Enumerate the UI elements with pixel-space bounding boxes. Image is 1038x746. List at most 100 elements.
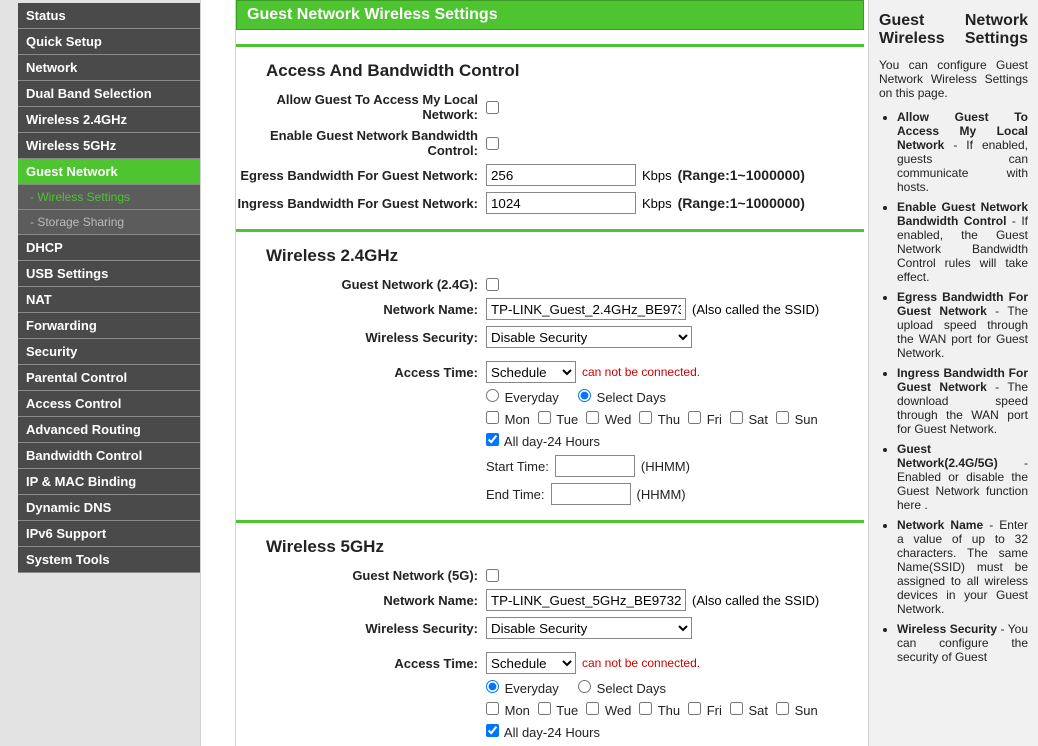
help-item: Network Name - Enter a value of up to 32… — [897, 518, 1028, 616]
access-heading: Access And Bandwidth Control — [266, 61, 864, 81]
ingress-label: Ingress Bandwidth For Guest Network: — [236, 196, 486, 211]
allow-local-checkbox[interactable] — [486, 101, 499, 114]
nav-item-ipv6-support[interactable]: IPv6 Support — [18, 521, 200, 547]
egress-input[interactable] — [486, 164, 636, 186]
sidebar-nav: StatusQuick SetupNetworkDual Band Select… — [18, 0, 200, 746]
enable-bwctrl-label: Enable Guest Network Bandwidth Control: — [236, 128, 486, 158]
w24-ssid-input[interactable] — [486, 298, 686, 320]
nav-item-guest-network[interactable]: Guest Network — [18, 159, 200, 185]
nav-item-forwarding[interactable]: Forwarding — [18, 313, 200, 339]
nav-sub--wireless-settings[interactable]: - Wireless Settings — [18, 185, 200, 210]
nav-item-access-control[interactable]: Access Control — [18, 391, 200, 417]
w5-sec-label: Wireless Security: — [236, 621, 486, 636]
help-panel: Guest Network Wireless Settings You can … — [868, 0, 1038, 746]
w5-security-select[interactable]: Disable Security — [486, 617, 692, 639]
w24-day-fri[interactable]: Fri — [688, 411, 722, 427]
nav-item-dhcp[interactable]: DHCP — [18, 235, 200, 261]
w5-everyday-radio[interactable]: Everyday — [486, 680, 559, 696]
w24-start-hint: (HHMM) — [641, 459, 690, 474]
w24-day-sun[interactable]: Sun — [776, 411, 818, 427]
w5-access-select[interactable]: Schedule — [486, 652, 576, 674]
w5-access-label: Access Time: — [236, 656, 486, 671]
nav-item-network[interactable]: Network — [18, 55, 200, 81]
w24-everyday-radio[interactable]: Everyday — [486, 389, 559, 405]
enable-bwctrl-checkbox[interactable] — [486, 137, 499, 150]
w24-enable-checkbox[interactable] — [486, 278, 499, 291]
nav-item-wireless-2-4ghz[interactable]: Wireless 2.4GHz — [18, 107, 200, 133]
w5-day-fri[interactable]: Fri — [688, 702, 722, 718]
w24-start-label: Start Time: — [486, 459, 549, 474]
section-wireless-5: Wireless 5GHz Guest Network (5G): Networ… — [236, 537, 864, 746]
help-item: Egress Bandwidth For Guest Network - The… — [897, 290, 1028, 360]
section-access-bandwidth: Access And Bandwidth Control Allow Guest… — [236, 61, 864, 232]
nav-item-parental-control[interactable]: Parental Control — [18, 365, 200, 391]
egress-range: (Range:1~1000000) — [678, 167, 805, 183]
nav-item-nat[interactable]: NAT — [18, 287, 200, 313]
nav-item-bandwidth-control[interactable]: Bandwidth Control — [18, 443, 200, 469]
main-content: Guest Network Wireless Settings Access A… — [236, 0, 868, 746]
nav-item-system-tools[interactable]: System Tools — [18, 547, 200, 573]
w5-day-sun[interactable]: Sun — [776, 702, 818, 718]
nav-item-dual-band-selection[interactable]: Dual Band Selection — [18, 81, 200, 107]
help-list: Allow Guest To Access My Local Network -… — [879, 110, 1028, 664]
w5-ssid-input[interactable] — [486, 589, 686, 611]
page-title: Guest Network Wireless Settings — [236, 0, 864, 30]
w5-allday-checkbox[interactable]: All day-24 Hours — [486, 724, 600, 740]
w5-day-wed[interactable]: Wed — [586, 702, 631, 718]
w24-selectdays-radio[interactable]: Select Days — [578, 389, 666, 405]
w24-day-tue[interactable]: Tue — [538, 411, 578, 427]
w24-day-mon[interactable]: Mon — [486, 411, 530, 427]
w5-day-sat[interactable]: Sat — [730, 702, 768, 718]
help-item: Enable Guest Network Bandwidth Control -… — [897, 200, 1028, 284]
ingress-range: (Range:1~1000000) — [678, 195, 805, 211]
w24-heading: Wireless 2.4GHz — [266, 246, 864, 266]
w5-heading: Wireless 5GHz — [266, 537, 864, 557]
help-item: Ingress Bandwidth For Guest Network - Th… — [897, 366, 1028, 436]
nav-item-wireless-5ghz[interactable]: Wireless 5GHz — [18, 133, 200, 159]
nav-item-quick-setup[interactable]: Quick Setup — [18, 29, 200, 55]
help-intro: You can configure Guest Network Wireless… — [879, 58, 1028, 100]
help-item: Wireless Security - You can configure th… — [897, 622, 1028, 664]
w5-enable-label: Guest Network (5G): — [236, 568, 486, 583]
nav-item-dynamic-dns[interactable]: Dynamic DNS — [18, 495, 200, 521]
w5-ssid-hint: (Also called the SSID) — [692, 593, 819, 608]
w5-day-mon[interactable]: Mon — [486, 702, 530, 718]
w24-end-input[interactable] — [551, 483, 631, 505]
w5-day-tue[interactable]: Tue — [538, 702, 578, 718]
w24-start-input[interactable] — [555, 455, 635, 477]
w24-access-label: Access Time: — [236, 365, 486, 380]
w24-ssid-hint: (Also called the SSID) — [692, 302, 819, 317]
w24-days: Mon Tue Wed Thu Fri Sat Sun — [486, 411, 864, 427]
w24-day-thu[interactable]: Thu — [639, 411, 680, 427]
w5-access-warn: can not be connected. — [582, 656, 700, 670]
help-item: Guest Network(2.4G/5G) - Enabled or disa… — [897, 442, 1028, 512]
nav-item-advanced-routing[interactable]: Advanced Routing — [18, 417, 200, 443]
w5-selectdays-radio[interactable]: Select Days — [578, 680, 666, 696]
w24-access-select[interactable]: Schedule — [486, 361, 576, 383]
nav-item-status[interactable]: Status — [18, 3, 200, 29]
nav-item-ip-mac-binding[interactable]: IP & MAC Binding — [18, 469, 200, 495]
nav-item-security[interactable]: Security — [18, 339, 200, 365]
w24-security-select[interactable]: Disable Security — [486, 326, 692, 348]
w5-name-label: Network Name: — [236, 593, 486, 608]
w5-enable-checkbox[interactable] — [486, 569, 499, 582]
help-item: Allow Guest To Access My Local Network -… — [897, 110, 1028, 194]
ingress-unit: Kbps — [642, 196, 672, 211]
w5-day-thu[interactable]: Thu — [639, 702, 680, 718]
w24-end-hint: (HHMM) — [637, 487, 686, 502]
w24-end-label: End Time: — [486, 487, 545, 502]
w24-day-sat[interactable]: Sat — [730, 411, 768, 427]
w24-sec-label: Wireless Security: — [236, 330, 486, 345]
w24-day-wed[interactable]: Wed — [586, 411, 631, 427]
nav-item-usb-settings[interactable]: USB Settings — [18, 261, 200, 287]
nav-sub--storage-sharing[interactable]: - Storage Sharing — [18, 210, 200, 235]
w24-access-warn: can not be connected. — [582, 365, 700, 379]
egress-unit: Kbps — [642, 168, 672, 183]
w24-allday-checkbox[interactable]: All day-24 Hours — [486, 433, 600, 449]
egress-label: Egress Bandwidth For Guest Network: — [236, 168, 486, 183]
ingress-input[interactable] — [486, 192, 636, 214]
allow-local-label: Allow Guest To Access My Local Network: — [236, 92, 486, 122]
section-wireless-24: Wireless 2.4GHz Guest Network (2.4G): Ne… — [236, 246, 864, 523]
w24-name-label: Network Name: — [236, 302, 486, 317]
help-title: Guest Network Wireless Settings — [879, 12, 1028, 48]
